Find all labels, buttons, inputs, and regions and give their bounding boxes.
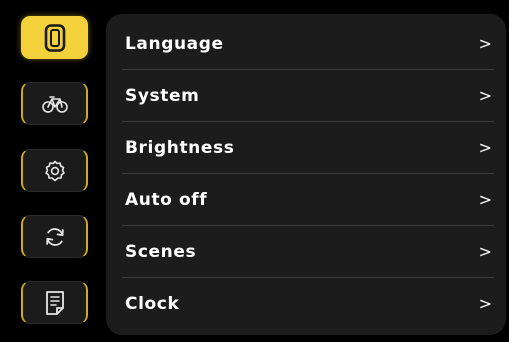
- sidebar-item-sync[interactable]: [21, 215, 88, 258]
- device-icon: [41, 23, 69, 52]
- menu-item-label: Scenes: [125, 242, 197, 262]
- bicycle-icon: [41, 90, 69, 118]
- chevron-right-icon: >: [478, 190, 492, 209]
- menu-item-label: Auto off: [125, 190, 208, 210]
- chevron-right-icon: >: [478, 294, 492, 313]
- menu-item-label: Language: [125, 34, 224, 54]
- sidebar-item-settings[interactable]: [21, 149, 88, 192]
- chevron-right-icon: >: [478, 138, 492, 157]
- sidebar-item-notes[interactable]: [21, 281, 88, 324]
- menu-item-auto-off[interactable]: Auto off >: [106, 174, 506, 226]
- gear-icon: [41, 157, 69, 185]
- sidebar-item-device[interactable]: [21, 16, 88, 59]
- sync-icon: [41, 223, 69, 251]
- menu-item-scenes[interactable]: Scenes >: [106, 226, 506, 278]
- chevron-right-icon: >: [478, 242, 492, 261]
- menu-item-language[interactable]: Language >: [106, 18, 506, 70]
- menu-item-brightness[interactable]: Brightness >: [106, 122, 506, 174]
- menu-item-label: Clock: [125, 294, 180, 314]
- document-icon: [41, 289, 69, 317]
- chevron-right-icon: >: [478, 86, 492, 105]
- settings-screen: Language > System > Brightness > Auto of…: [0, 0, 509, 342]
- menu-item-system[interactable]: System >: [106, 70, 506, 122]
- menu-item-label: System: [125, 86, 200, 106]
- settings-menu-panel: Language > System > Brightness > Auto of…: [106, 14, 506, 335]
- chevron-right-icon: >: [478, 34, 492, 53]
- menu-item-clock[interactable]: Clock >: [106, 278, 506, 330]
- menu-item-label: Brightness: [125, 138, 235, 158]
- sidebar-item-bike[interactable]: [21, 82, 88, 125]
